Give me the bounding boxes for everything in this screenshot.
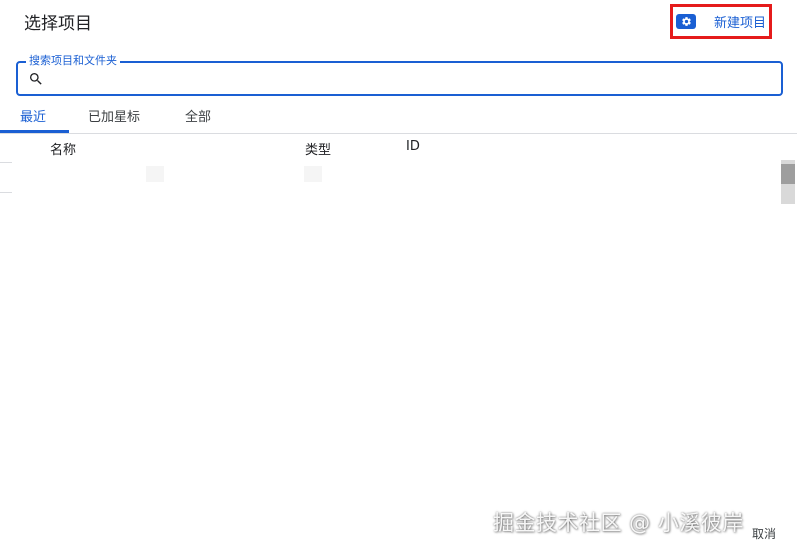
column-id[interactable]: ID <box>406 139 420 154</box>
tab-all[interactable]: 全部 <box>185 106 211 125</box>
row-placeholder-cell <box>146 166 164 182</box>
tab-recent[interactable]: 最近 <box>20 106 46 125</box>
tab-starred[interactable]: 已加星标 <box>88 106 140 125</box>
new-project-label: 新建项目 <box>714 16 767 31</box>
search-field[interactable]: 搜索项目和文件夹 <box>16 54 783 96</box>
table-header: 名称 类型 ID <box>0 134 797 162</box>
watermark-text: 掘金技术社区 @ 小溪彼岸 <box>493 511 744 535</box>
list-scrollbar[interactable] <box>781 160 795 204</box>
active-tab-indicator <box>0 130 69 133</box>
scrollbar-thumb[interactable] <box>781 164 795 184</box>
left-edge-line <box>0 162 12 163</box>
gear-icon <box>676 14 696 29</box>
cancel-button[interactable]: 取消 <box>752 525 776 542</box>
left-edge-line <box>0 192 12 193</box>
new-project-button[interactable]: 新建项目 <box>670 4 772 39</box>
table-row[interactable] <box>12 162 780 184</box>
search-input[interactable] <box>52 65 776 94</box>
search-icon <box>28 71 44 87</box>
dialog-title: 选择项目 <box>24 14 92 34</box>
row-placeholder-cell <box>304 166 322 182</box>
tab-bar: 最近 已加星标 全部 <box>0 100 797 134</box>
column-type[interactable]: 类型 <box>305 139 331 158</box>
column-name[interactable]: 名称 <box>50 139 76 158</box>
select-project-dialog: 选择项目 新建项目 搜索项目和文件夹 最近 已加星标 全部 名称 类型 ID 取… <box>0 0 797 555</box>
